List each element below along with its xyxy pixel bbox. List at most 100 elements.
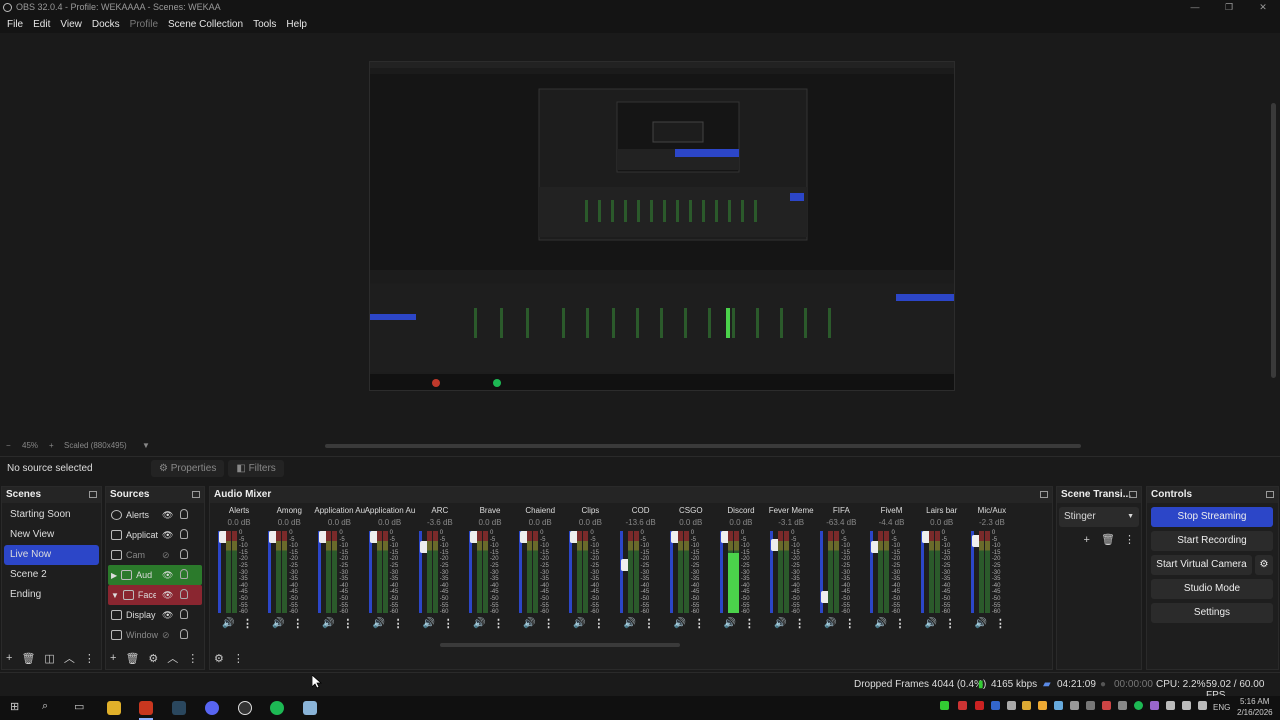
lock-icon[interactable] [180, 509, 188, 519]
volume-fader-track[interactable] [870, 531, 881, 613]
lock-icon[interactable] [180, 589, 188, 599]
eye-icon[interactable]: 👁 [162, 510, 173, 521]
steam-tray-icon[interactable] [1054, 701, 1063, 710]
microphone-icon[interactable] [1166, 701, 1175, 710]
menu-help[interactable]: Help [281, 19, 312, 30]
source-item[interactable]: Window ⊘ [108, 625, 202, 645]
menu-file[interactable]: File [2, 19, 28, 30]
menu-docks[interactable]: Docks [87, 19, 125, 30]
lock-icon[interactable] [180, 549, 188, 559]
steam-icon[interactable] [172, 701, 186, 715]
speaker-icon[interactable]: 🔊 [975, 618, 987, 629]
speaker-icon[interactable]: 🔊 [222, 618, 234, 629]
advanced-audio-icon[interactable]: ⚙ [214, 652, 224, 665]
lock-icon[interactable] [180, 629, 188, 639]
program-preview[interactable] [369, 61, 955, 391]
channel-menu-icon[interactable]: ⋮ [393, 617, 404, 630]
speaker-icon[interactable]: 🔊 [925, 618, 937, 629]
add-source-icon[interactable]: + [110, 652, 116, 664]
add-transition-icon[interactable]: + [1083, 534, 1089, 546]
start-recording-button[interactable]: Start Recording [1151, 531, 1273, 551]
volume-icon[interactable] [1198, 701, 1207, 710]
brave-icon[interactable] [139, 701, 153, 715]
eye-icon[interactable]: 👁 [162, 570, 173, 581]
zoom-in-icon[interactable]: + [49, 439, 54, 453]
speaker-icon[interactable]: 🔊 [573, 618, 585, 629]
speaker-icon[interactable]: 🔊 [824, 618, 836, 629]
channel-menu-icon[interactable]: ⋮ [292, 617, 303, 630]
speaker-icon[interactable]: 🔊 [373, 618, 385, 629]
remove-source-icon[interactable]: 🗑 [125, 652, 139, 665]
channel-menu-icon[interactable]: ⋮ [894, 617, 905, 630]
source-more-icon[interactable]: ⋮ [187, 652, 198, 665]
eye-icon[interactable]: 👁 [162, 610, 173, 621]
volume-fader-track[interactable] [318, 531, 329, 613]
source-group[interactable]: ▼ Face 👁 [108, 585, 202, 605]
move-up-icon[interactable]: ︿ [64, 650, 75, 666]
speaker-icon[interactable]: 🔊 [624, 618, 636, 629]
volume-fader-track[interactable] [820, 531, 831, 613]
windows-start-icon[interactable]: ⊞ [10, 700, 19, 713]
eye-hidden-icon[interactable]: ⊘ [162, 630, 170, 641]
channel-menu-icon[interactable]: ⋮ [593, 617, 604, 630]
source-item[interactable]: Cam ⊘ [108, 545, 202, 565]
scene-item[interactable]: Starting Soon [4, 505, 99, 525]
lock-icon[interactable] [180, 529, 188, 539]
scene-more-icon[interactable]: ⋮ [84, 652, 95, 665]
tray-app-icon[interactable] [958, 701, 967, 710]
volume-fader-track[interactable] [468, 531, 479, 613]
properties-button[interactable]: ⚙ Properties [151, 460, 225, 477]
remove-transition-icon[interactable]: 🗑 [1101, 534, 1115, 546]
volume-fader-track[interactable] [619, 531, 630, 613]
speaker-icon[interactable]: 🔊 [322, 618, 334, 629]
speaker-icon[interactable]: 🔊 [473, 618, 485, 629]
source-item[interactable]: Applicat 👁 [108, 525, 202, 545]
studio-mode-button[interactable]: Studio Mode [1151, 579, 1273, 599]
source-item[interactable]: Alerts 👁 [108, 505, 202, 525]
undock-icon[interactable] [192, 491, 200, 498]
eye-hidden-icon[interactable]: ⊘ [162, 550, 170, 561]
scene-item[interactable]: Ending [4, 585, 99, 605]
minimize-icon[interactable]: — [1178, 0, 1212, 15]
volume-fader-track[interactable] [669, 531, 680, 613]
remove-scene-icon[interactable]: 🗑 [21, 652, 35, 665]
volume-fader-track[interactable] [970, 531, 981, 613]
lock-icon[interactable] [180, 569, 188, 579]
volume-fader-track[interactable] [418, 531, 429, 613]
channel-menu-icon[interactable]: ⋮ [694, 617, 705, 630]
xbox-icon[interactable] [940, 701, 949, 710]
filters-button[interactable]: ◧ Filters [228, 460, 284, 477]
file-explorer-icon[interactable] [107, 701, 121, 715]
clock-time[interactable]: 5:16 AM [1240, 697, 1269, 706]
eye-icon[interactable]: 👁 [162, 530, 173, 541]
tray-app-icon[interactable] [1022, 701, 1031, 710]
channel-menu-icon[interactable]: ⋮ [443, 617, 454, 630]
speaker-icon[interactable]: 🔊 [674, 618, 686, 629]
network-icon[interactable] [1182, 701, 1191, 710]
speaker-icon[interactable]: 🔊 [774, 618, 786, 629]
add-scene-icon[interactable]: + [6, 652, 12, 664]
menu-view[interactable]: View [55, 19, 87, 30]
speaker-icon[interactable]: 🔊 [874, 618, 886, 629]
spotify-icon[interactable] [270, 701, 284, 715]
lock-icon[interactable] [180, 609, 188, 619]
preview-horizontal-scrollbar[interactable] [325, 444, 1081, 448]
settings-button[interactable]: Settings [1151, 603, 1273, 623]
clock-date[interactable]: 2/16/2026 [1237, 708, 1273, 717]
channel-menu-icon[interactable]: ⋮ [844, 617, 855, 630]
volume-fader-track[interactable] [519, 531, 530, 613]
tray-app-icon[interactable] [1118, 701, 1127, 710]
speaker-icon[interactable]: 🔊 [423, 618, 435, 629]
tray-app-icon[interactable] [1150, 701, 1159, 710]
tray-app-icon[interactable] [1007, 701, 1016, 710]
source-properties-icon[interactable]: ⚙ [148, 652, 158, 665]
undock-icon[interactable] [1040, 491, 1048, 498]
source-item[interactable]: Display 👁 [108, 605, 202, 625]
task-view-icon[interactable]: ▭ [74, 700, 84, 713]
transition-more-icon[interactable]: ⋮ [1124, 534, 1135, 546]
volume-fader-track[interactable] [368, 531, 379, 613]
volume-fader-track[interactable] [770, 531, 781, 613]
speaker-icon[interactable]: 🔊 [724, 618, 736, 629]
expand-icon[interactable]: ▶ [111, 571, 117, 580]
app-icon[interactable] [303, 701, 317, 715]
